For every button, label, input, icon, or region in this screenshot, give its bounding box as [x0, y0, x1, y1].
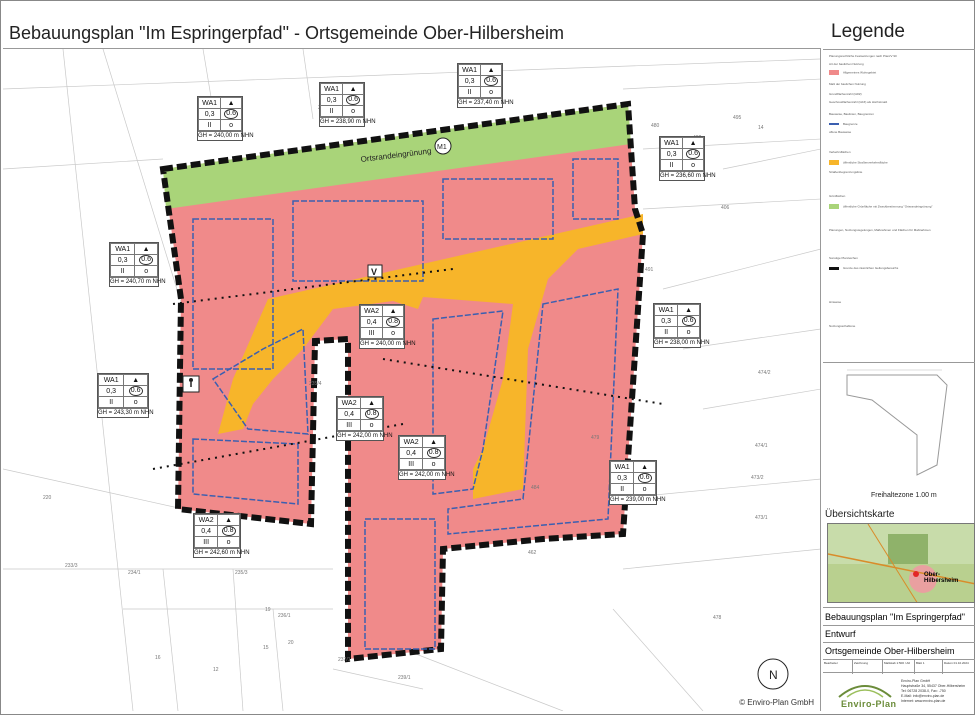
- svg-text:M1: M1: [437, 144, 447, 151]
- parcel-number: 237/1: [338, 657, 351, 663]
- legend-row: Baugrenze: [829, 122, 858, 128]
- parcel-number: 15: [263, 645, 269, 651]
- legend-row: Art der baulichen Nutzung: [829, 62, 864, 66]
- parcel-number: 473/1: [755, 515, 768, 521]
- meta-cell: Maßstab 1:500 / A0: [883, 660, 915, 674]
- swatch-build-line: [829, 123, 839, 126]
- parcel-number: 233/3: [65, 563, 78, 569]
- legend-title: Legende: [831, 21, 905, 42]
- usage-box: WA2 ▲ 0,4 0.8 III o GH = 240,00 m NHN: [359, 304, 416, 349]
- section-caption: Freihaltezone 1.00 m: [871, 492, 937, 499]
- overview-place-label: Ober-Hilbersheim: [924, 572, 959, 584]
- plan-name: Bebauungsplan "Im Espringerpfad": [823, 607, 975, 625]
- plan-map[interactable]: Ortsrandeingrünung M1 V N 22548049249540…: [3, 49, 821, 711]
- parcel-number: 479: [591, 435, 600, 441]
- parcel-number: 234/1: [128, 570, 141, 576]
- legend-row: Verkehrsflächen: [829, 150, 851, 154]
- sidebar: Legende Planungsrechtliche Festsetzungen…: [823, 15, 975, 713]
- meta-cell: Zeichnung: [853, 660, 883, 674]
- company-block: Enviro-Plan Enviro-Plan GmbH Hauptstraße…: [823, 673, 975, 713]
- legend-row: Bauweise, Baulinien, Baugrenzen: [829, 112, 874, 116]
- parcel-number: 239/1: [398, 675, 411, 681]
- legend-row: öffentliche Straßenverkehrsfläche: [829, 160, 888, 166]
- legend-row: Hinweise: [829, 300, 842, 304]
- legend-row: Sonstige Planzeichen: [829, 256, 858, 260]
- enviro-plan-logo: [838, 685, 892, 698]
- meta-table: Bearbeiter Zeichnung Maßstab 1:500 / A0 …: [823, 659, 975, 674]
- swatch-road: [829, 160, 839, 165]
- parcel-number: 478: [713, 615, 722, 621]
- overview-map[interactable]: Ober-Hilbersheim: [827, 523, 975, 603]
- legend: Planungsrechtliche Festsetzungen nach Pl…: [823, 49, 975, 363]
- parcel-number: 235/3: [235, 570, 248, 576]
- legend-row: Allgemeines Wohngebiet: [829, 70, 876, 76]
- svg-text:N: N: [769, 668, 778, 682]
- parcel-number: 235/4: [309, 381, 322, 387]
- plan-area: [152, 100, 664, 663]
- parcel-number: 474/1: [755, 443, 768, 449]
- usage-box: WA1 ▲ 0,3 0.6 II o GH = 238,90 m NHN: [319, 82, 376, 127]
- plan-sheet: Bebauungsplan "Im Espringerpfad" - Ortsg…: [0, 0, 975, 715]
- usage-box: WA1 ▲ 0,3 0.6 II o GH = 243,30 m NHN: [97, 373, 154, 418]
- parcel-number: 220: [43, 495, 52, 501]
- usage-box: WA1 ▲ 0,3 0.6 II o GH = 236,60 m NHN: [659, 136, 716, 181]
- parcel-number: 495: [733, 115, 742, 121]
- legend-row: Grundflächenzahl (GRZ): [829, 92, 862, 96]
- legend-row: Planungen, Nutzungsregelungen, Maßnahmen…: [829, 228, 931, 232]
- page-title: Bebauungsplan "Im Espringerpfad" - Ortsg…: [9, 23, 565, 43]
- overview-title: Übersichtskarte: [825, 509, 895, 520]
- company-address: Enviro-Plan GmbH Hauptstraße 34, 55437 O…: [901, 679, 966, 703]
- parcel-number: 20: [288, 640, 294, 646]
- plan-community: Ortsgemeinde Ober-Hilbersheim: [823, 642, 975, 659]
- pedestrian-sign: [182, 375, 200, 393]
- title-bar: Bebauungsplan "Im Espringerpfad" - Ortsg…: [3, 15, 821, 49]
- legend-row: Planungsrechtliche Festsetzungen nach Pl…: [829, 54, 897, 58]
- parcel-number: 473/2: [751, 475, 764, 481]
- parcel-number: 19: [265, 607, 271, 613]
- usage-box: WA1 ▲ 0,3 0.6 II o GH = 240,00 m NHN: [197, 96, 254, 141]
- usage-box: WA2 ▲ 0,4 0.8 III o GH = 242,00 m NHN: [336, 396, 393, 441]
- legend-row: Grenze des räumlichen Geltungsbereichs: [829, 266, 898, 272]
- parcel-number: 462: [528, 550, 537, 556]
- legend-row: öffentliche Grünfläche mit Zweckbestimmu…: [829, 204, 932, 210]
- legend-row: offene Bauweise: [829, 130, 852, 134]
- meta-cell: Blatt 1: [915, 660, 943, 674]
- plan-stage: Entwurf: [823, 625, 975, 642]
- legend-row: Straßenbegrenzungslinie: [829, 170, 863, 174]
- road-section-drawing: [846, 369, 948, 476]
- parcel-number: 236/1: [278, 613, 291, 619]
- parcel-number: 491: [645, 267, 654, 273]
- usage-box: WA1 ▲ 0,3 0.6 II o GH = 237,40 m NHN: [457, 63, 514, 108]
- overview-canvas: [828, 524, 974, 602]
- usage-box: WA1 ▲ 0,3 0.6 II o GH = 240,70 m NHN: [109, 242, 166, 287]
- legend-row: Nutzungsschablone: [829, 324, 856, 328]
- parcel-number: 484: [531, 485, 540, 491]
- legend-row: Grünflächen: [829, 194, 846, 198]
- swatch-green: [829, 204, 839, 209]
- parcel-number: 12: [213, 667, 219, 673]
- company-name: Enviro-Plan: [841, 699, 897, 709]
- usage-box: WA1 ▲ 0,3 0.6 II o GH = 239,00 m NHN: [609, 460, 666, 505]
- usage-box: WA2 ▲ 0,4 0.8 III o GH = 242,00 m NHN: [398, 435, 455, 480]
- usage-box: WA1 ▲ 0,3 0.6 II o GH = 238,00 m NHN: [653, 303, 710, 348]
- map-credit: © Enviro-Plan GmbH: [739, 698, 814, 707]
- legend-row: Geschossflächenzahl (GFZ) als Höchstmaß: [829, 100, 888, 104]
- swatch-residential: [829, 70, 839, 75]
- parcel-number: 16: [155, 655, 161, 661]
- parcel-number: 474/2: [758, 370, 771, 376]
- meta-cell: Bearbeiter: [823, 660, 853, 674]
- parcel-number: 406: [721, 205, 730, 211]
- usage-box: WA2 ▲ 0,4 0.8 III o GH = 242,60 m NHN: [193, 513, 250, 558]
- legend-row: Maß der baulichen Nutzung: [829, 82, 866, 86]
- parcel-number: 480: [651, 123, 660, 129]
- svg-text:V: V: [371, 267, 377, 277]
- parcel-number: 14: [758, 125, 764, 131]
- meta-cell: Datum 01.10.2024: [944, 661, 969, 665]
- north-arrow: N: [757, 658, 789, 690]
- swatch-boundary: [829, 266, 839, 270]
